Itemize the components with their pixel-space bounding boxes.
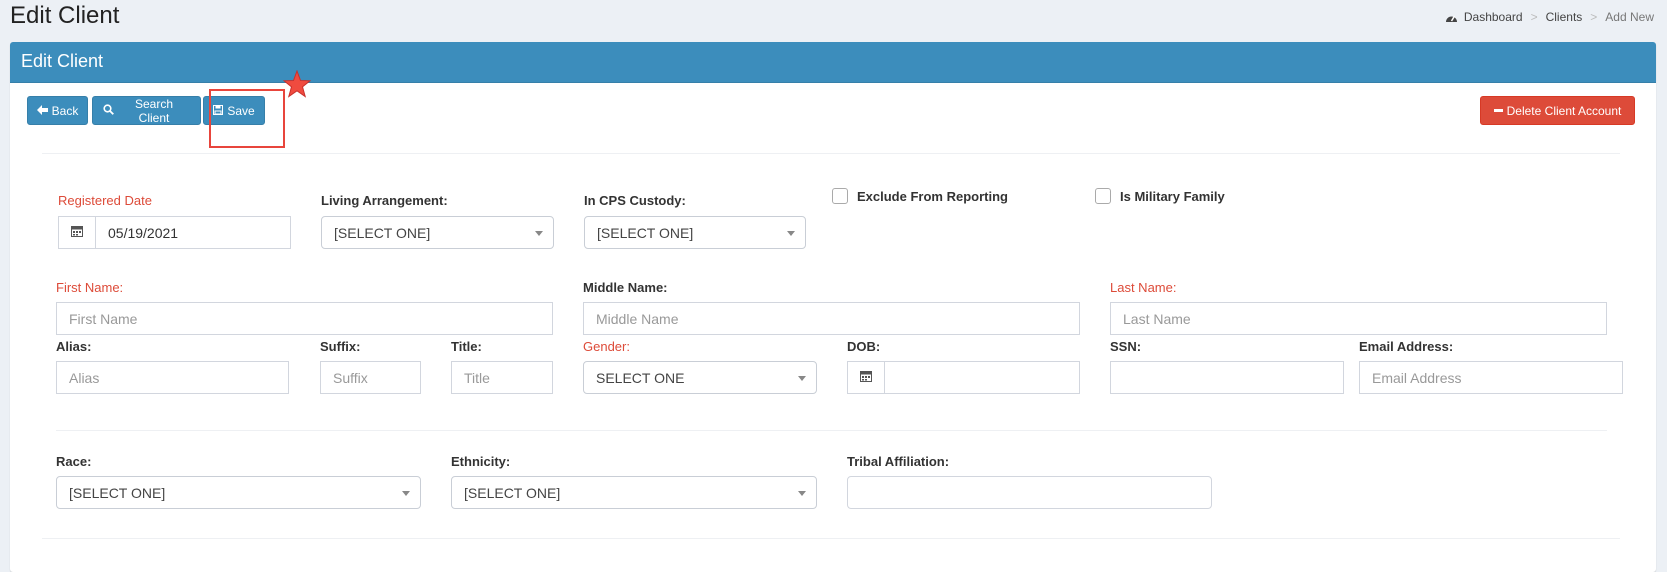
tribal-affiliation-label: Tribal Affiliation: [847,454,950,469]
email-label: Email Address: [1359,339,1454,354]
email-input[interactable]: Email Address [1359,361,1623,394]
gender-label: Gender: [583,339,630,354]
star-icon [282,69,312,103]
ethnicity-select[interactable]: [SELECT ONE] [451,476,817,509]
middle-name-input[interactable]: Middle Name [583,302,1080,335]
first-name-label: First Name: [56,280,124,295]
last-name-label: Last Name: [1110,280,1177,295]
search-client-label: Search Client [134,96,174,125]
race-label: Race: [56,454,92,469]
military-family-checkbox[interactable] [1095,188,1111,204]
exclude-reporting-checkbox[interactable] [832,188,848,204]
toolbar-divider [42,153,1620,154]
back-button-label: Back [51,103,79,118]
cps-custody-label: In CPS Custody: [584,193,686,208]
breadcrumb-current: Add New [1605,10,1654,24]
cps-custody-select[interactable]: [SELECT ONE] [584,216,806,249]
search-icon [103,103,114,118]
gender-value: SELECT ONE [596,369,685,386]
floppy-disk-icon [213,104,224,118]
living-arrangement-label: Living Arrangement: [321,193,448,208]
delete-client-label: Delete Client Account [1506,103,1622,118]
calendar-icon [71,224,83,242]
search-client-button[interactable]: Search Client [92,96,201,125]
bottom-divider [42,538,1620,539]
gender-select[interactable]: SELECT ONE [583,361,817,394]
dashboard-icon [1445,12,1458,23]
breadcrumb: Dashboard > Clients > Add New [1445,10,1654,24]
exclude-reporting-label: Exclude From Reporting [857,189,1008,204]
chevron-down-icon [787,231,795,236]
box-title: Edit Client [10,42,1656,83]
living-arrangement-select[interactable]: [SELECT ONE] [321,216,554,249]
ssn-input[interactable] [1110,361,1344,394]
chevron-down-icon [535,231,543,236]
registered-date-label: Registered Date [58,193,152,208]
military-family-label: Is Military Family [1120,189,1225,204]
arrow-left-icon [36,104,48,118]
last-name-input[interactable]: Last Name [1110,302,1607,335]
calendar-icon [860,369,872,387]
dob-label: DOB: [847,339,881,354]
chevron-down-icon [798,376,806,381]
chevron-down-icon [798,491,806,496]
page-title: Edit Client [10,2,120,29]
breadcrumb-clients-link[interactable]: Clients [1546,10,1583,24]
section-divider [56,430,1607,431]
living-arrangement-value: [SELECT ONE] [334,224,431,241]
save-button-label: Save [227,103,255,118]
race-select[interactable]: [SELECT ONE] [56,476,421,509]
title-label: Title: [451,339,482,354]
registered-date-input[interactable]: 05/19/2021 [95,216,291,249]
alias-input[interactable]: Alias [56,361,289,394]
save-button[interactable]: Save [203,96,265,125]
dob-calendar-button[interactable] [847,361,885,394]
suffix-input[interactable]: Suffix [320,361,421,394]
minus-icon [1493,104,1503,118]
tribal-affiliation-input[interactable] [847,476,1212,509]
back-button[interactable]: Back [27,96,88,125]
registered-date-calendar-button[interactable] [58,216,96,249]
delete-client-button[interactable]: Delete Client Account [1480,96,1635,125]
breadcrumb-dashboard-link[interactable]: Dashboard [1464,10,1523,24]
ethnicity-label: Ethnicity: [451,454,511,469]
ssn-label: SSN: [1110,339,1142,354]
race-value: [SELECT ONE] [69,484,166,501]
middle-name-label: Middle Name: [583,280,668,295]
first-name-input[interactable]: First Name [56,302,553,335]
ethnicity-value: [SELECT ONE] [464,484,561,501]
cps-custody-value: [SELECT ONE] [597,224,694,241]
chevron-down-icon [402,491,410,496]
dob-input[interactable] [884,361,1080,394]
title-input[interactable]: Title [451,361,553,394]
alias-label: Alias: [56,339,92,354]
suffix-label: Suffix: [320,339,361,354]
